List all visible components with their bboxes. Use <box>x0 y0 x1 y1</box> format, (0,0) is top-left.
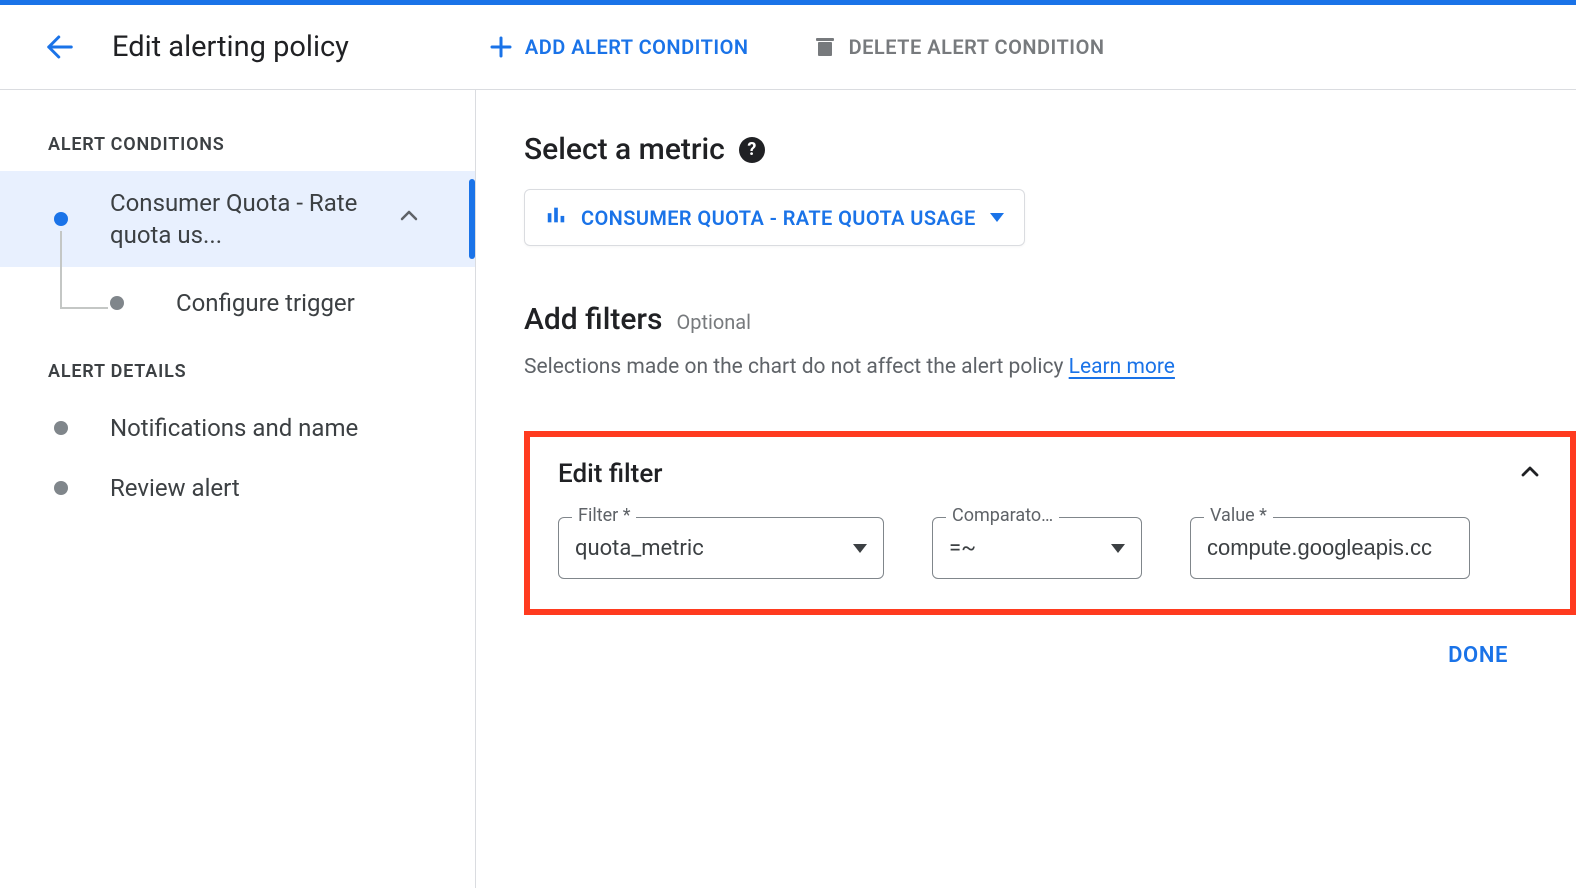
sidebar-step-review-label: Review alert <box>110 472 475 504</box>
add-filters-title: Add filters <box>524 302 662 337</box>
sidebar-section-details: ALERT DETAILS <box>0 339 475 398</box>
sidebar: ALERT CONDITIONS Consumer Quota - Rate q… <box>0 90 476 888</box>
comparator-dropdown[interactable]: =~ <box>932 517 1142 579</box>
sidebar-step-configure-trigger-label: Configure trigger <box>176 287 475 319</box>
delete-alert-condition-label: DELETE ALERT CONDITION <box>849 35 1105 59</box>
value-input-box <box>1190 517 1470 579</box>
comparator-field-label: Comparato… <box>946 505 1059 526</box>
step-bullet-icon <box>54 481 68 495</box>
page-title: Edit alerting policy <box>112 30 349 64</box>
add-filters-description: Selections made on the chart do not affe… <box>524 355 1576 379</box>
metric-selector-label: CONSUMER QUOTA - RATE QUOTA USAGE <box>581 206 976 230</box>
back-arrow-button[interactable] <box>44 31 76 63</box>
sidebar-step-review[interactable]: Review alert <box>0 458 475 518</box>
filter-dropdown[interactable]: quota_metric <box>558 517 884 579</box>
collapse-filter-button[interactable] <box>1518 460 1542 488</box>
add-alert-condition-button[interactable]: ADD ALERT CONDITION <box>485 29 753 65</box>
bar-chart-icon <box>545 204 567 231</box>
done-button[interactable]: DONE <box>1436 635 1520 676</box>
add-filters-optional: Optional <box>676 310 751 334</box>
arrow-left-icon <box>45 32 75 62</box>
add-alert-condition-label: ADD ALERT CONDITION <box>525 35 749 59</box>
help-icon[interactable]: ? <box>739 137 765 163</box>
edit-filter-panel: Edit filter Filter * quota_metric Compar… <box>524 431 1576 615</box>
value-field-label: Value * <box>1204 505 1273 526</box>
select-metric-title: Select a metric <box>524 132 725 167</box>
chevron-up-icon <box>1518 460 1542 484</box>
main-content: Select a metric ? CONSUMER QUOTA - RATE … <box>476 90 1576 888</box>
metric-selector[interactable]: CONSUMER QUOTA - RATE QUOTA USAGE <box>524 189 1025 246</box>
add-filters-heading: Add filters Optional <box>524 302 1576 337</box>
dropdown-triangle-icon <box>853 544 867 553</box>
sidebar-section-conditions: ALERT CONDITIONS <box>0 134 475 171</box>
dropdown-triangle-icon <box>990 213 1004 222</box>
value-input[interactable] <box>1207 535 1453 561</box>
comparator-dropdown-value: =~ <box>949 536 976 561</box>
learn-more-link[interactable]: Learn more <box>1069 355 1175 379</box>
page-header: Edit alerting policy ADD ALERT CONDITION… <box>0 5 1576 90</box>
plus-icon <box>489 35 513 59</box>
sidebar-step-notifications[interactable]: Notifications and name <box>0 398 475 458</box>
filter-field: Filter * quota_metric <box>558 517 884 579</box>
step-bullet-icon <box>54 212 68 226</box>
value-field: Value * <box>1190 517 1470 579</box>
step-bullet-icon <box>110 296 124 310</box>
edit-filter-title: Edit filter <box>558 459 662 489</box>
delete-alert-condition-button[interactable]: DELETE ALERT CONDITION <box>809 29 1109 65</box>
trash-icon <box>813 35 837 59</box>
filter-field-label: Filter * <box>572 505 636 526</box>
step-bullet-icon <box>54 421 68 435</box>
sidebar-step-notifications-label: Notifications and name <box>110 412 475 444</box>
chevron-up-icon <box>397 204 421 234</box>
dropdown-triangle-icon <box>1111 544 1125 553</box>
comparator-field: Comparato… =~ <box>932 517 1142 579</box>
filter-dropdown-value: quota_metric <box>575 536 704 561</box>
select-metric-heading: Select a metric ? <box>524 132 1576 167</box>
